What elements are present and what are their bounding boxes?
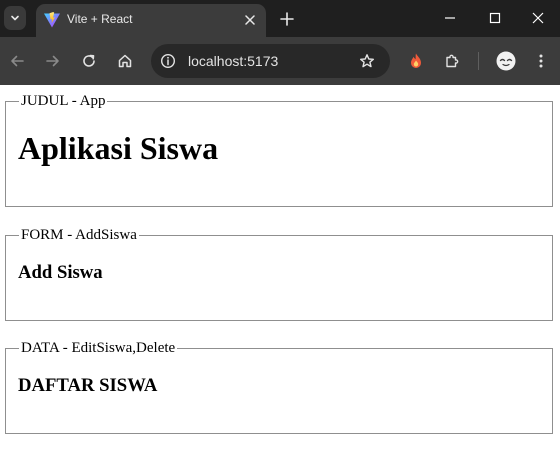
vite-logo-icon	[44, 12, 60, 28]
add-siswa-heading: Add Siswa	[18, 262, 103, 283]
form-section: FORM - AddSiswa Add Siswa	[5, 227, 553, 321]
puzzle-icon	[446, 54, 459, 68]
page-content: JUDUL - App Aplikasi Siswa FORM - AddSis…	[0, 85, 560, 463]
chevron-down-icon	[11, 15, 19, 21]
maximize-button[interactable]	[481, 6, 509, 30]
close-window-icon	[532, 12, 544, 24]
form-legend: FORM - AddSiswa	[21, 227, 137, 243]
data-section: DATA - EditSiswa,Delete DAFTAR SISWA	[5, 340, 553, 434]
home-button[interactable]	[114, 50, 136, 72]
browser-toolbar: localhost:5173	[0, 37, 560, 85]
browser-menu-button[interactable]	[530, 50, 552, 72]
avatar-icon	[496, 51, 516, 71]
judul-legend: JUDUL - App	[21, 93, 106, 109]
minimize-icon	[445, 17, 455, 19]
flame-extension-button[interactable]	[405, 50, 427, 72]
home-icon	[118, 54, 132, 68]
plus-icon	[280, 12, 294, 26]
tab-title: Vite + React	[67, 12, 133, 26]
address-bar[interactable]: localhost:5173	[151, 44, 390, 78]
judul-section: JUDUL - App Aplikasi Siswa	[5, 93, 553, 207]
data-legend: DATA - EditSiswa,Delete	[21, 340, 176, 356]
tab-close-button[interactable]	[242, 12, 258, 28]
toolbar-divider	[478, 52, 479, 70]
minimize-button[interactable]	[436, 6, 464, 30]
browser-tab[interactable]: Vite + React	[36, 4, 266, 37]
profile-button[interactable]	[495, 50, 517, 72]
forward-arrow-icon	[46, 55, 59, 67]
tab-strip: Vite + React	[0, 0, 560, 37]
page-title: Aplikasi Siswa	[18, 130, 219, 166]
site-info-icon	[160, 53, 176, 69]
daftar-siswa-heading: DAFTAR SISWA	[18, 375, 158, 396]
reload-button[interactable]	[78, 50, 100, 72]
back-button[interactable]	[6, 50, 28, 72]
flame-extension-icon	[411, 53, 421, 68]
tab-search-button[interactable]	[4, 6, 26, 30]
forward-button[interactable]	[42, 50, 64, 72]
star-icon	[360, 54, 374, 68]
kebab-menu-icon	[539, 54, 543, 68]
back-arrow-icon	[11, 55, 24, 67]
reload-icon	[83, 54, 95, 67]
bookmark-button[interactable]	[358, 52, 376, 70]
site-info-button[interactable]	[159, 52, 177, 70]
url-text[interactable]: localhost:5173	[188, 53, 278, 69]
new-tab-button[interactable]	[277, 9, 297, 29]
close-icon	[245, 15, 255, 25]
extensions-button[interactable]	[441, 50, 463, 72]
close-window-button[interactable]	[524, 6, 552, 30]
maximize-icon	[489, 12, 501, 24]
